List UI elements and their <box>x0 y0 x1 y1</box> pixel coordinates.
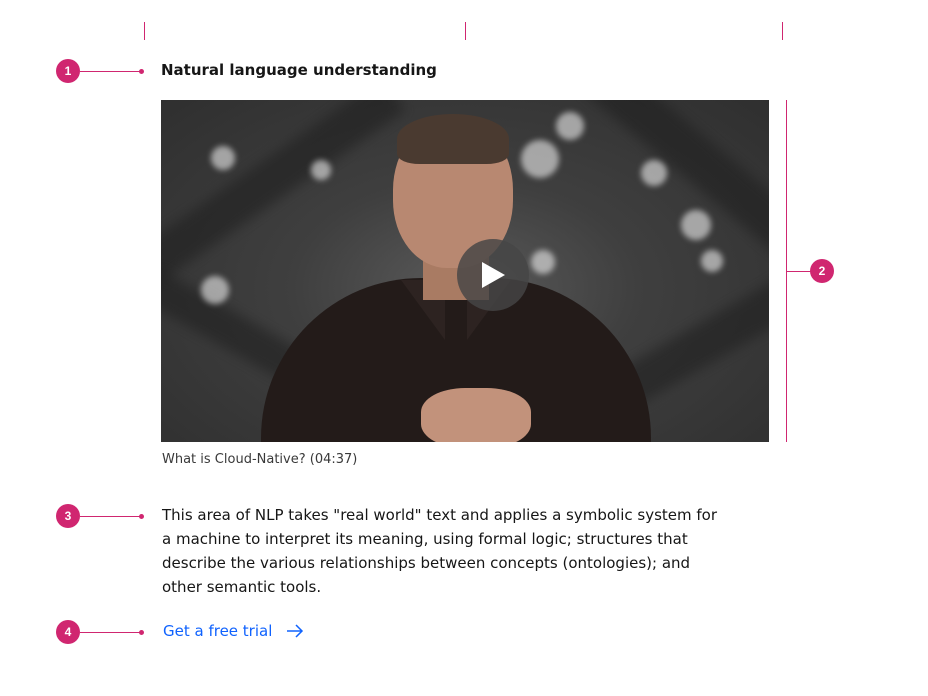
annotation-dot-4 <box>139 630 144 635</box>
annotation-leader-1 <box>80 71 142 72</box>
annotation-leader-4 <box>80 632 142 633</box>
annotation-marker-3: 3 <box>56 504 80 528</box>
play-icon <box>482 262 505 288</box>
bokeh-light <box>531 250 555 274</box>
bokeh-light <box>211 146 235 170</box>
play-button[interactable] <box>457 239 529 311</box>
bokeh-light <box>641 160 667 186</box>
video-caption: What is Cloud-Native? (04:37) <box>162 452 358 467</box>
background-beam <box>564 100 769 282</box>
column-guide-tick <box>465 22 466 40</box>
arrow-right-icon <box>287 624 304 638</box>
presenter-hair <box>397 114 509 164</box>
annotation-marker-2: 2 <box>810 259 834 283</box>
column-guide-tick <box>144 22 145 40</box>
video-player[interactable] <box>161 100 769 442</box>
bokeh-light <box>201 276 229 304</box>
bokeh-light <box>681 210 711 240</box>
free-trial-link[interactable]: Get a free trial <box>163 622 304 640</box>
annotation-marker-4: 4 <box>56 620 80 644</box>
body-copy: This area of NLP takes "real world" text… <box>162 506 718 596</box>
annotation-marker-1: 1 <box>56 59 80 83</box>
component-title: Natural language understanding <box>161 61 437 79</box>
bokeh-light <box>521 140 559 178</box>
annotation-leader-3 <box>80 516 142 517</box>
annotation-dot-1 <box>139 69 144 74</box>
annotation-leader-2 <box>787 271 811 272</box>
annotation-dot-3 <box>139 514 144 519</box>
bokeh-light <box>311 160 331 180</box>
background-beam <box>161 100 406 283</box>
bokeh-light <box>556 112 584 140</box>
column-guide-tick <box>782 22 783 40</box>
bokeh-light <box>701 250 723 272</box>
presenter-hand <box>421 388 531 442</box>
free-trial-label: Get a free trial <box>163 622 273 640</box>
